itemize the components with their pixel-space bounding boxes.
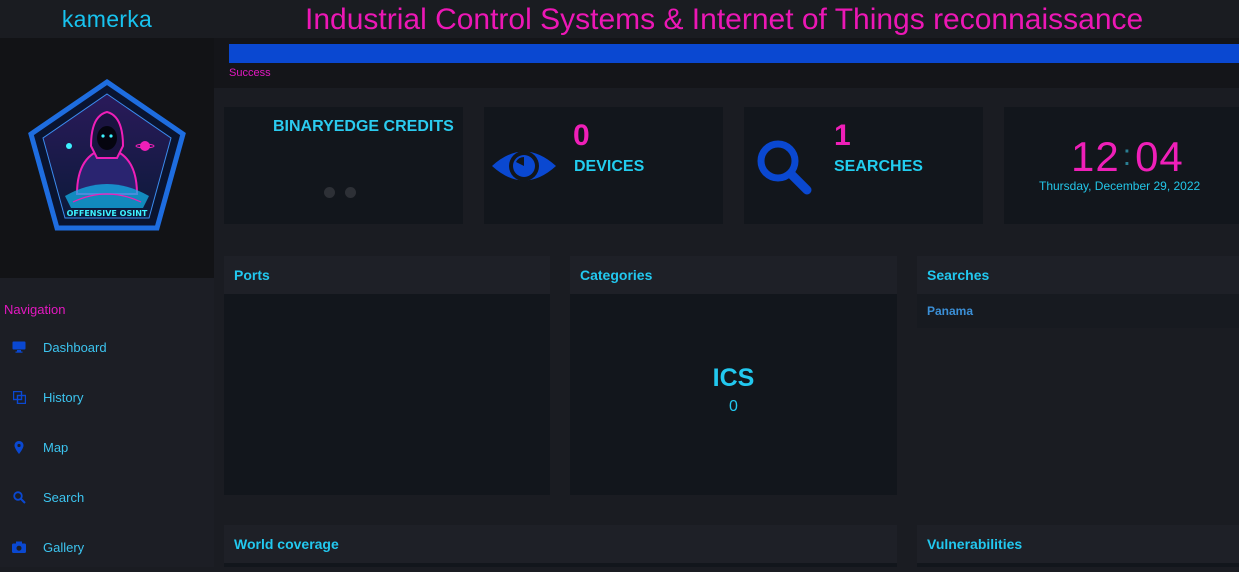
osint-emblem-icon: OFFENSIVE OSINT (28, 78, 186, 231)
world-coverage-panel: World coverage (224, 525, 897, 567)
searches-panel: Searches Panama (917, 256, 1239, 495)
ports-panel-title: Ports (224, 256, 550, 294)
credits-title: BINARYEDGE CREDITS (273, 118, 454, 135)
loading-dot (345, 187, 356, 198)
categories-panel: Categories ICS 0 (570, 256, 897, 495)
map-pin-icon (12, 440, 26, 454)
devices-count: 0 (573, 119, 590, 152)
clock-minutes: 04 (1135, 133, 1184, 180)
nav-label-map: Map (43, 439, 69, 455)
searches-label: SEARCHES (834, 158, 923, 175)
nav-item-gallery[interactable]: Gallery (0, 522, 214, 572)
monitor-icon (12, 340, 26, 354)
nav-item-search[interactable]: Search (0, 472, 214, 522)
vulnerabilities-title: Vulnerabilities (917, 525, 1239, 563)
nav-label-history: History (43, 389, 84, 405)
nav-item-history[interactable]: History (0, 372, 214, 422)
category-name[interactable]: ICS (570, 364, 897, 393)
devices-card: 0 DEVICES (484, 107, 723, 224)
search-history-item[interactable]: Panama (917, 294, 1239, 328)
osint-logo: OFFENSIVE OSINT (0, 38, 214, 278)
loading-dot (324, 187, 335, 198)
clock-card: 12:04 Thursday, December 29, 2022 (1004, 107, 1239, 224)
world-coverage-title: World coverage (224, 525, 897, 563)
nav-list: Dashboard History Map Search Gallery (0, 322, 214, 572)
nav-label-gallery: Gallery (43, 539, 85, 555)
nav-item-map[interactable]: Map (0, 422, 214, 472)
nav-title: Navigation (4, 302, 66, 317)
magnifier-icon (754, 137, 814, 202)
nav-label-search: Search (43, 489, 85, 505)
searches-count: 1 (834, 119, 851, 152)
clock: 12:04 (1071, 133, 1184, 181)
eye-icon (490, 143, 558, 194)
ports-panel: Ports (224, 256, 550, 495)
progress-fill (229, 44, 1239, 63)
clock-hours: 12 (1071, 133, 1120, 180)
page-title: Industrial Control Systems & Internet of… (305, 3, 1144, 36)
progress-bar (229, 44, 1239, 63)
clock-date: Thursday, December 29, 2022 (1039, 179, 1201, 193)
vulnerabilities-panel: Vulnerabilities (917, 525, 1239, 567)
nav-label-dashboard: Dashboard (43, 339, 107, 355)
camera-icon (12, 540, 26, 554)
devices-label: DEVICES (574, 158, 645, 175)
sidebar: kamerka OFFENSIVE OSINT Navigation Dashb… (0, 0, 214, 567)
logo-text: OFFENSIVE OSINT (67, 209, 148, 218)
loading-dots (324, 187, 356, 198)
clock-separator: : (1122, 139, 1133, 172)
credits-card: BINARYEDGE CREDITS (224, 107, 463, 224)
searches-card: 1 SEARCHES (744, 107, 983, 224)
category-count: 0 (729, 398, 738, 415)
copy-icon (12, 390, 26, 404)
brand-logo[interactable]: kamerka (0, 0, 214, 38)
nav-item-dashboard[interactable]: Dashboard (0, 322, 214, 372)
searches-panel-title: Searches (917, 256, 1239, 294)
search-icon (12, 490, 26, 504)
progress-section: Success (214, 38, 1239, 88)
categories-panel-title: Categories (570, 256, 897, 294)
progress-label: Success (229, 67, 271, 79)
